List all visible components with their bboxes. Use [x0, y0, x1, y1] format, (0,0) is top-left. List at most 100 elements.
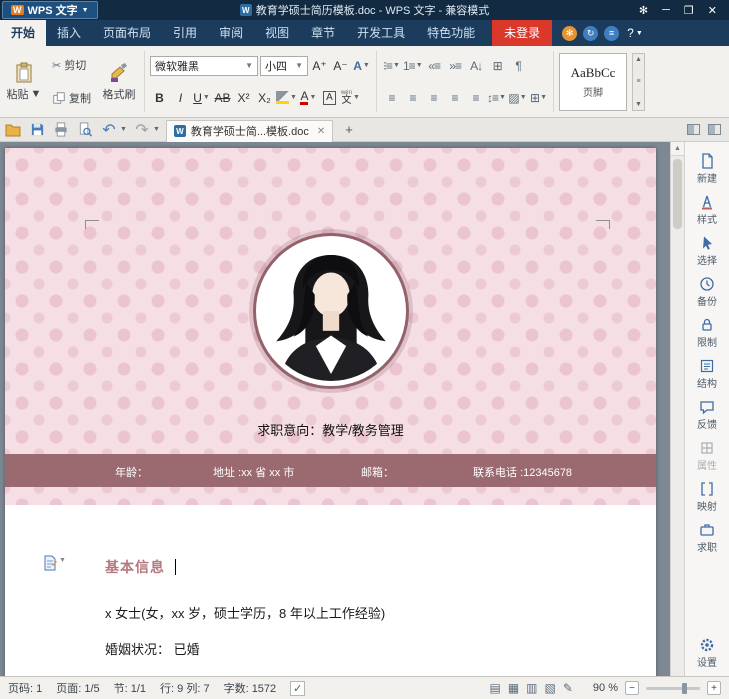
- promo-icon[interactable]: ✻: [562, 25, 578, 41]
- panel-item-backup[interactable]: 备份: [685, 273, 729, 311]
- sync-icon[interactable]: ↻: [583, 25, 599, 41]
- justify-button[interactable]: ≡: [445, 87, 464, 108]
- panel-item-structure[interactable]: 结构: [685, 355, 729, 393]
- show-marks-button[interactable]: ¶: [509, 55, 528, 76]
- print-button[interactable]: [52, 121, 70, 139]
- underline-button[interactable]: U ▼: [192, 87, 211, 108]
- scroll-up-icon[interactable]: ▲: [635, 56, 642, 63]
- style-gallery-item[interactable]: AaBbCc 页脚: [559, 52, 627, 111]
- web-layout-view-icon[interactable]: ▧: [545, 681, 556, 695]
- print-preview-button[interactable]: [76, 121, 94, 139]
- scroll-down-icon[interactable]: ▼: [635, 101, 642, 108]
- align-right-button[interactable]: ≡: [424, 87, 443, 108]
- close-icon[interactable]: ✕: [708, 4, 717, 17]
- new-tab-button[interactable]: +: [339, 122, 359, 137]
- wps-menu-button[interactable]: W WPS 文字 ▼: [2, 1, 98, 19]
- tab-special-features[interactable]: 特色功能: [416, 20, 486, 46]
- outline-view-icon[interactable]: ▥: [526, 681, 537, 695]
- maximize-icon[interactable]: ❐: [684, 4, 694, 17]
- vertical-scrollbar[interactable]: ▲: [670, 142, 684, 676]
- cut-button[interactable]: ✂ 剪切: [49, 54, 94, 76]
- decrease-indent-button[interactable]: «≡: [425, 55, 444, 76]
- redo-button[interactable]: ↷: [133, 121, 151, 139]
- bold-button[interactable]: B: [150, 87, 169, 108]
- grow-font-button[interactable]: A⁺: [310, 55, 329, 76]
- numbered-list-button[interactable]: 1≡ ▼: [403, 55, 423, 76]
- paste-button[interactable]: 粘贴 ▼: [4, 49, 44, 114]
- save-button[interactable]: [28, 121, 46, 139]
- format-painter-button[interactable]: 格式刷: [99, 49, 139, 114]
- text-effects-button[interactable]: A ▼: [352, 55, 371, 76]
- split-view-icon[interactable]: [687, 124, 700, 135]
- status-word-count[interactable]: 字数: 1572: [224, 680, 277, 696]
- align-left-button[interactable]: ≡: [382, 87, 401, 108]
- panel-item-feedback[interactable]: 反馈: [685, 396, 729, 434]
- section-marker[interactable]: ▼: [43, 555, 66, 571]
- table-border-button[interactable]: ⊞: [488, 55, 507, 76]
- skin-icon[interactable]: ✻: [639, 4, 648, 17]
- fullscreen-view-icon[interactable]: ▦: [508, 681, 519, 695]
- panel-item-new[interactable]: 新建: [685, 150, 729, 188]
- font-name-select[interactable]: 微软雅黑 ▼: [150, 55, 258, 76]
- document-tab[interactable]: W 教育学硕士简...模板.doc ✕: [165, 119, 334, 142]
- print-layout-view-icon[interactable]: ▤: [489, 681, 500, 695]
- shading-button[interactable]: ▨ ▼: [508, 87, 527, 108]
- gallery-more-icon[interactable]: ≡: [636, 78, 640, 85]
- panel-item-restrict[interactable]: 限制: [685, 314, 729, 352]
- resume-body-section[interactable]: ▼ 基本信息 x 女士(女，xx 岁，硕士学历，8 年以上工作经验) 婚姻状况：…: [5, 505, 656, 676]
- tab-insert[interactable]: 插入: [46, 20, 92, 46]
- document-area[interactable]: 求职意向：教学/教务管理 年龄： 地址 :xx 省 xx 市 邮箱： 联系电话 …: [0, 142, 684, 676]
- character-border-button[interactable]: A: [320, 87, 339, 108]
- close-tab-icon[interactable]: ✕: [317, 126, 325, 137]
- scrollbar-thumb[interactable]: [673, 159, 682, 229]
- login-button[interactable]: 未登录: [492, 20, 553, 46]
- panel-item-select[interactable]: 选择: [685, 232, 729, 270]
- font-color-button[interactable]: A ▼: [299, 87, 318, 108]
- panel-item-mapping[interactable]: 映射: [685, 478, 729, 516]
- margin-mark-right: [596, 220, 610, 229]
- chevron-down-icon: ▼: [295, 61, 303, 70]
- zoom-in-button[interactable]: +: [707, 681, 721, 695]
- copy-button[interactable]: 复制: [49, 87, 94, 109]
- highlight-button[interactable]: ▼: [276, 87, 297, 108]
- panel-item-properties[interactable]: 属性: [685, 437, 729, 475]
- message-icon[interactable]: ≡: [604, 25, 620, 41]
- minimize-icon[interactable]: ─: [662, 4, 670, 16]
- task-pane-icon[interactable]: [708, 124, 721, 135]
- style-gallery-scroll[interactable]: ▲ ≡ ▼: [632, 52, 645, 111]
- tab-view[interactable]: 视图: [254, 20, 300, 46]
- zoom-slider-knob[interactable]: [682, 682, 687, 694]
- bullet-list-button[interactable]: ⁝≡ ▼: [382, 55, 401, 76]
- tab-review[interactable]: 审阅: [208, 20, 254, 46]
- tab-references[interactable]: 引用: [162, 20, 208, 46]
- open-folder-button[interactable]: [4, 121, 22, 139]
- line-spacing-button[interactable]: ↕≡ ▼: [487, 87, 506, 108]
- subscript-button[interactable]: X₂: [255, 87, 274, 108]
- spellcheck-icon[interactable]: ✓: [290, 680, 306, 696]
- tab-page-layout[interactable]: 页面布局: [92, 20, 162, 46]
- document-page[interactable]: 求职意向：教学/教务管理 年龄： 地址 :xx 省 xx 市 邮箱： 联系电话 …: [5, 148, 656, 676]
- help-menu[interactable]: ? ▼: [627, 20, 643, 46]
- undo-button[interactable]: ↶: [100, 121, 118, 139]
- zoom-slider[interactable]: [646, 682, 700, 694]
- align-center-button[interactable]: ≡: [403, 87, 422, 108]
- panel-item-styles[interactable]: 样式: [685, 191, 729, 229]
- tab-section[interactable]: 章节: [300, 20, 346, 46]
- zoom-out-button[interactable]: −: [625, 681, 639, 695]
- italic-button[interactable]: I: [171, 87, 190, 108]
- strikethrough-button[interactable]: AB: [213, 87, 232, 108]
- phonetic-guide-button[interactable]: wén 文 ▼: [341, 87, 360, 108]
- borders-button[interactable]: ⊞ ▼: [529, 87, 548, 108]
- tab-developer[interactable]: 开发工具: [346, 20, 416, 46]
- distribute-button[interactable]: ≡: [466, 87, 485, 108]
- panel-item-jobs[interactable]: 求职: [685, 519, 729, 557]
- superscript-button[interactable]: X²: [234, 87, 253, 108]
- edit-mode-icon[interactable]: ✎: [563, 681, 573, 695]
- shrink-font-button[interactable]: A⁻: [331, 55, 350, 76]
- font-size-select[interactable]: 小四 ▼: [260, 55, 308, 76]
- sort-button[interactable]: A↓: [467, 55, 486, 76]
- scroll-up-icon[interactable]: ▲: [671, 142, 684, 156]
- increase-indent-button[interactable]: »≡: [446, 55, 465, 76]
- panel-item-settings[interactable]: 设置: [685, 634, 729, 672]
- tab-home[interactable]: 开始: [0, 20, 47, 46]
